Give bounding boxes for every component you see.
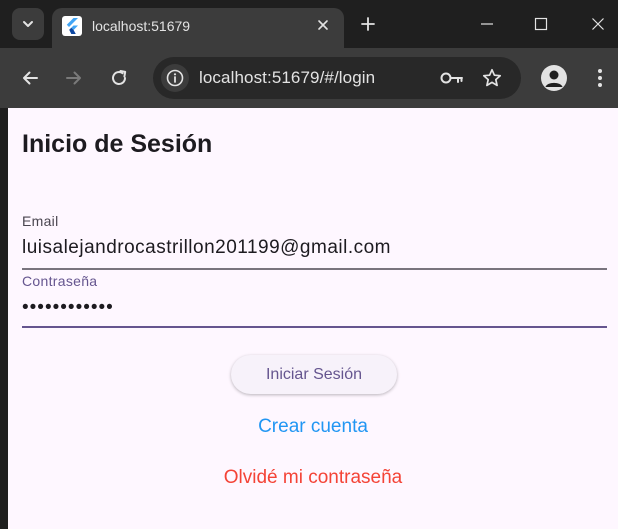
password-input[interactable] <box>22 294 607 322</box>
email-label: Email <box>22 213 59 229</box>
profile-button[interactable] <box>541 65 567 91</box>
minimize-button[interactable] <box>467 8 507 40</box>
plus-icon <box>361 17 375 31</box>
tab-strip: localhost:51679 <box>0 0 618 48</box>
site-info-button[interactable] <box>161 64 189 92</box>
person-icon <box>545 70 563 87</box>
login-button[interactable]: Iniciar Sesión <box>231 355 397 394</box>
close-icon <box>592 18 604 30</box>
email-input[interactable] <box>22 234 607 262</box>
browser-tab[interactable]: localhost:51679 <box>52 8 344 48</box>
close-window-button[interactable] <box>578 8 618 40</box>
reload-icon <box>112 70 127 85</box>
key-icon <box>440 72 463 84</box>
forgot-password-link[interactable]: Olvidé mi contraseña <box>8 466 618 490</box>
address-bar[interactable]: localhost:51679/#/login <box>153 57 521 99</box>
tab-close-button[interactable] <box>312 14 334 36</box>
close-icon <box>318 20 328 30</box>
page-title: Inicio de Sesión <box>22 130 213 158</box>
flutter-icon <box>62 16 82 36</box>
create-account-link[interactable]: Crear cuenta <box>8 415 618 439</box>
email-underline <box>22 268 607 270</box>
email-field[interactable]: Email <box>22 213 607 270</box>
bookmark-button[interactable] <box>480 66 504 90</box>
info-icon <box>166 69 184 87</box>
forward-button[interactable] <box>58 62 90 94</box>
address-url[interactable]: localhost:51679/#/login <box>199 68 375 88</box>
browser-toolbar: localhost:51679/#/login <box>0 48 618 108</box>
minimize-icon <box>481 23 493 25</box>
new-tab-button[interactable] <box>356 12 380 36</box>
tab-title: localhost:51679 <box>92 18 191 34</box>
more-vertical-icon <box>598 69 602 87</box>
arrow-left-icon <box>23 71 38 85</box>
password-field[interactable]: Contraseña <box>22 273 607 329</box>
password-manager-button[interactable] <box>439 67 465 89</box>
arrow-right-icon <box>66 71 81 85</box>
star-icon <box>482 68 502 87</box>
password-underline <box>22 326 607 328</box>
back-button[interactable] <box>14 62 46 94</box>
reload-button[interactable] <box>103 62 135 94</box>
browser-menu-button[interactable] <box>588 64 612 92</box>
login-page: Inicio de Sesión Email Contraseña Inicia… <box>8 108 618 529</box>
password-label: Contraseña <box>22 273 98 289</box>
maximize-button[interactable] <box>521 8 561 40</box>
chevron-down-icon <box>23 21 33 27</box>
tab-search-button[interactable] <box>12 8 44 40</box>
maximize-icon <box>534 17 548 31</box>
